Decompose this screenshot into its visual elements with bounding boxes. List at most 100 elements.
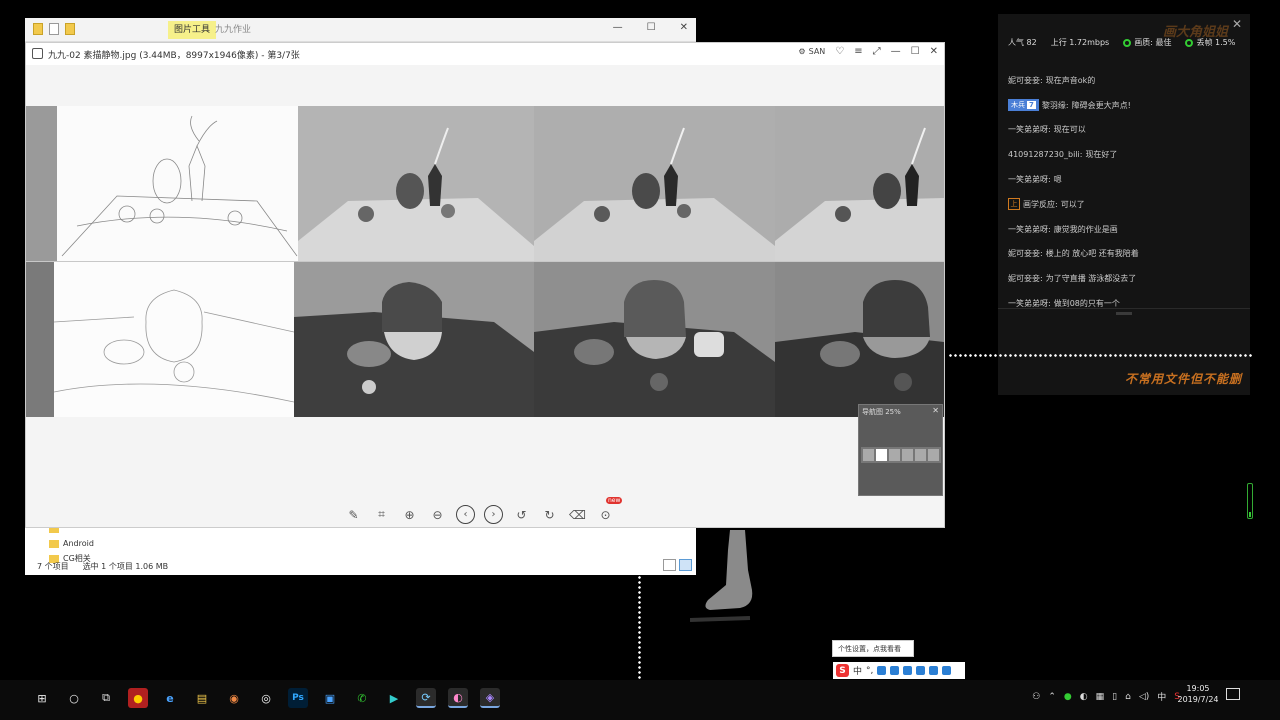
crop-icon[interactable]: ⌗ <box>372 505 391 524</box>
tray-expand-icon[interactable]: ⌃ <box>1048 692 1056 702</box>
close-button[interactable]: ✕ <box>680 22 688 33</box>
displayed-image[interactable]: ◌ <box>26 106 944 417</box>
resize-handle[interactable] <box>1116 312 1132 315</box>
next-icon[interactable]: › <box>484 505 503 524</box>
windows-taskbar: ⊞ ○ ⧉ ● e ▤ ◉ ◎ Ps ▣ ✆ ▶ ⟳ ◐ ◈ ⚇ ⌃ ● ◐ ▦… <box>0 680 1280 720</box>
frame-drop-status: 丢帧 1.5% <box>1196 38 1236 47</box>
upload-label: 上行 <box>1050 38 1067 47</box>
file-explorer-icon[interactable]: ▤ <box>192 688 212 708</box>
quick-access-toolbar <box>33 23 75 35</box>
wechat-icon[interactable]: ✆ <box>352 688 372 708</box>
tab-picture-tools[interactable]: 图片工具 <box>168 21 217 39</box>
edit-icon[interactable]: ✎ <box>344 505 363 524</box>
thumb-selected <box>876 449 887 461</box>
tree-item[interactable]: Android <box>49 536 94 551</box>
skin-icon[interactable] <box>929 666 939 675</box>
dotted-guide-vertical <box>638 575 641 680</box>
maximize-button[interactable]: ☐ <box>647 22 656 33</box>
folder-icon <box>49 539 59 548</box>
people-icon[interactable]: ⚇ <box>1032 692 1040 702</box>
fullscreen-icon[interactable]: ⤢ <box>873 46 881 57</box>
navigator-title: 导航图 25% <box>862 408 901 416</box>
live-chat-panel: 画大角姐姐 ✕ 人气 82 上行 1.72mbps 画质: 最佳 丢帧 1.5%… <box>998 14 1250 395</box>
photoshop-icon[interactable]: Ps <box>288 688 308 708</box>
details-view-button[interactable] <box>663 559 676 571</box>
navigator-thumbnail[interactable] <box>861 447 941 463</box>
tray-app-icon[interactable]: ◐ <box>1080 692 1088 702</box>
san-button[interactable]: ⚙ SAN <box>798 47 825 56</box>
ime-tooltip: 个性设置，点我看看 <box>832 640 914 657</box>
app-blue-icon[interactable]: ▣ <box>320 688 340 708</box>
sync-app-icon[interactable]: ⟳ <box>416 688 436 708</box>
zoom-in-icon[interactable]: ⊕ <box>400 505 419 524</box>
more-icon[interactable]: ⊙ new <box>596 497 623 524</box>
zoom-out-icon[interactable]: ⊖ <box>428 505 447 524</box>
chat-message: 一笑弟弟呀: 康觉我的作业是画 <box>1008 224 1118 234</box>
tray-app-icon[interactable]: ● <box>1064 692 1072 702</box>
stream-stats: 人气 82 上行 1.72mbps 画质: 最佳 丢帧 1.5% <box>1008 37 1235 48</box>
minimize-button[interactable]: — <box>613 22 623 33</box>
emoji-icon[interactable] <box>877 666 887 675</box>
circle-app-icon[interactable]: ◎ <box>256 688 276 708</box>
ime-toolbar[interactable]: S 中 °, <box>833 662 965 679</box>
color-app-icon[interactable]: ◉ <box>224 688 244 708</box>
taskbar-clock[interactable]: 19:05 2019/7/24 <box>1176 683 1220 705</box>
battery-icon[interactable]: ▯ <box>1112 692 1117 702</box>
input-language[interactable]: 中 <box>1157 690 1166 703</box>
selection-info: 选中 1 个项目 1.06 MB <box>82 562 169 571</box>
punctuation-icon[interactable]: °, <box>866 666 873 676</box>
app-red-icon[interactable]: ● <box>128 688 148 708</box>
properties-icon[interactable] <box>49 23 59 35</box>
start-icon[interactable]: ⊞ <box>32 688 52 708</box>
new-folder-icon[interactable] <box>65 23 75 35</box>
maximize-button[interactable]: ☐ <box>911 46 920 57</box>
sogou-logo-icon: S <box>836 664 849 677</box>
viewer-titlebar: 九九-02 素描静物.jpg (3.44MB，8997x1946像素) - 第3… <box>26 43 944 65</box>
image-panel <box>26 262 54 417</box>
quality-status: 画质: 最佳 <box>1134 38 1172 47</box>
prev-icon[interactable]: ‹ <box>456 505 475 524</box>
stream-slogan: 不常用文件但不能删 <box>1124 372 1242 386</box>
close-button[interactable]: ✕ <box>930 46 938 57</box>
image-title: 九九-02 素描静物.jpg (3.44MB，8997x1946像素) - 第3… <box>48 51 300 61</box>
shaded-panel-3 <box>775 106 944 261</box>
thumb <box>902 449 913 461</box>
chat-close-button[interactable]: ✕ <box>1232 17 1242 31</box>
photo-viewer-app-icon[interactable]: ◈ <box>480 688 500 708</box>
search-icon[interactable]: ○ <box>64 688 84 708</box>
navigator-panel[interactable]: 导航图 25% ✕ <box>858 404 943 496</box>
stream-app-icon[interactable]: ◐ <box>448 688 468 708</box>
delete-icon[interactable]: ⌫ <box>568 505 587 524</box>
notification-icon[interactable] <box>1226 688 1240 700</box>
tools-icon[interactable] <box>916 666 926 675</box>
folder-icon[interactable] <box>33 23 43 35</box>
clock-date: 2019/7/24 <box>1177 695 1219 704</box>
menu-icon[interactable]: ≡ <box>854 46 862 57</box>
volume-icon[interactable]: ◁) <box>1139 692 1149 702</box>
skin-icon[interactable]: ♡ <box>835 46 844 57</box>
webcam-figure <box>689 530 770 625</box>
chat-message-list: 妮可妾妾: 现在声音ok的 木兵 7 黎羽缘: 障碍会更大声点! 一笑弟弟呀: 现在可以 … <box>1008 68 1244 316</box>
item-count: 7 个项目 <box>37 562 69 571</box>
keyboard-icon[interactable] <box>903 666 913 675</box>
navigator-close-button[interactable]: ✕ <box>932 406 939 415</box>
status-dot-icon <box>1123 38 1132 47</box>
minimize-button[interactable]: — <box>891 46 901 57</box>
rotate-right-icon[interactable]: ↻ <box>540 505 559 524</box>
task-view-icon[interactable]: ⧉ <box>96 688 116 708</box>
tray-app-icon[interactable]: ▦ <box>1096 692 1105 702</box>
image-panel <box>26 106 57 261</box>
viewer-app-icon <box>32 48 43 59</box>
ime-mode-toggle[interactable]: 中 <box>853 664 862 677</box>
fan-badge: 木兵 7 <box>1008 99 1039 112</box>
rotate-left-icon[interactable]: ↺ <box>512 505 531 524</box>
chat-message: 一笑弟弟呀: 现在可以 <box>1008 125 1086 135</box>
edge-icon[interactable]: e <box>160 688 180 708</box>
network-icon[interactable]: ⌂ <box>1125 692 1131 702</box>
menu-grid-icon[interactable] <box>942 666 952 675</box>
popularity-label: 人气 <box>1008 38 1024 47</box>
window-title: 九九作业 <box>215 25 252 35</box>
gift-box-icon: 上 <box>1008 198 1020 211</box>
media-player-icon[interactable]: ▶ <box>384 688 404 708</box>
voice-icon[interactable] <box>890 666 900 675</box>
